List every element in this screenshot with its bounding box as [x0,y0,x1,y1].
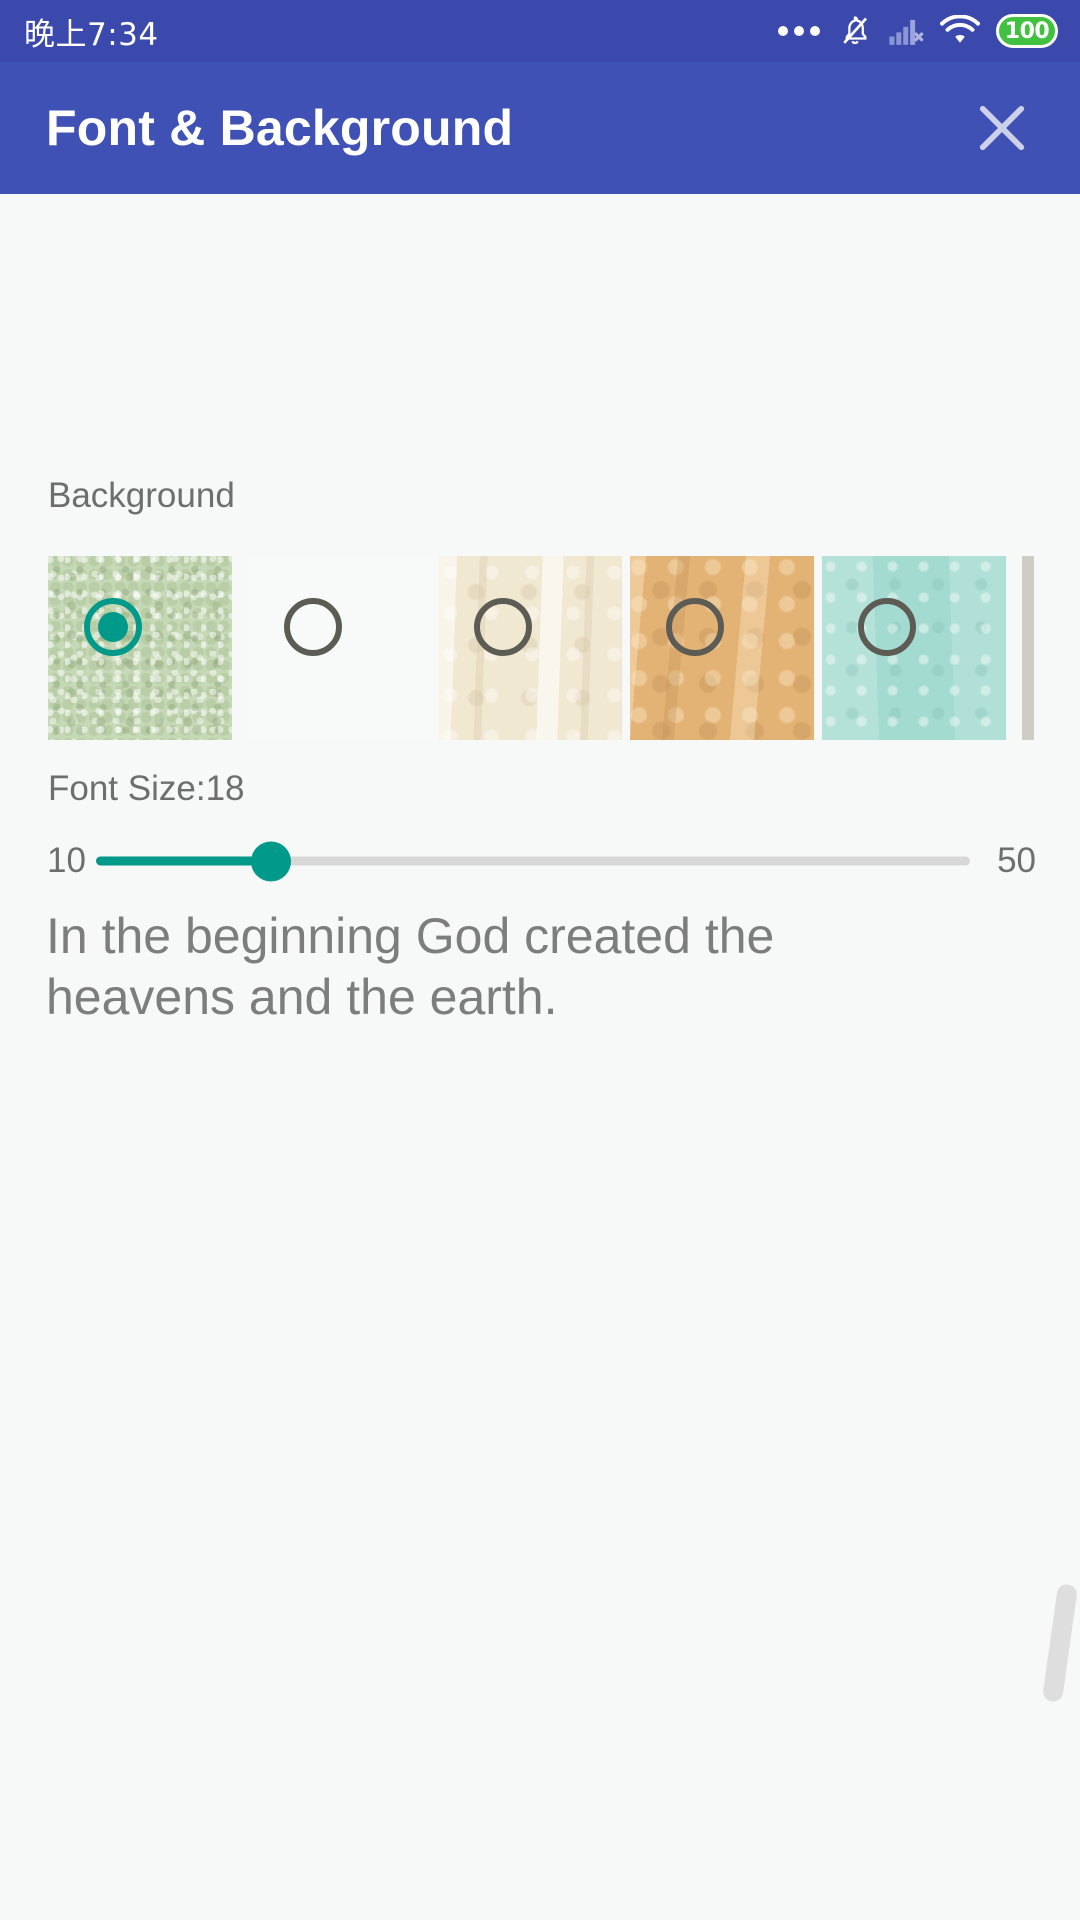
radio-unselected-icon [858,598,916,656]
notifications-off-icon [838,14,872,48]
battery-level-label: 100 [1004,18,1050,44]
radio-selected-icon [84,598,142,656]
radio-unselected-icon [284,598,342,656]
font-size-slider-row[interactable]: 10 50 [0,830,1080,892]
font-size-slider-track[interactable] [96,841,970,881]
signal-no-sim-icon [888,15,924,47]
font-size-slider-fill [96,856,271,866]
background-swatch-tan-kraft[interactable] [630,556,814,740]
close-button[interactable] [964,90,1040,166]
font-preview-text: In the beginning God created the heavens… [46,908,775,1025]
radio-unselected-icon [666,598,724,656]
slider-min-label: 10 [47,841,86,880]
status-bar-icon-group: 100 [778,14,1058,48]
slider-max-label: 50 [997,841,1036,880]
more-dots-icon [778,26,820,36]
background-swatch-partial-edge[interactable] [1022,556,1034,740]
page-title: Font & Background [46,100,514,156]
edge-gesture-indicator[interactable] [1041,1583,1079,1703]
font-size-slider-thumb[interactable] [250,841,291,881]
font-size-label: Font Size:18 [48,769,245,808]
background-swatch-list[interactable] [0,556,1080,740]
background-swatch-mint[interactable] [822,556,1006,740]
wifi-icon [940,15,980,47]
battery-icon: 100 [996,14,1058,48]
background-swatch-cream-parchment[interactable] [438,556,622,740]
app-bar: Font & Background [0,62,1080,194]
radio-unselected-icon [474,598,532,656]
status-bar-clock: 晚上7:34 [24,16,159,53]
settings-content: Background Font Size:18 10 50 In the beg… [0,194,1080,1920]
background-section-label: Background [48,476,235,515]
background-swatch-white[interactable] [248,556,432,740]
status-bar: 晚上7:34 100 [0,0,1080,62]
close-icon [969,95,1035,161]
background-swatch-green-texture[interactable] [48,556,232,740]
